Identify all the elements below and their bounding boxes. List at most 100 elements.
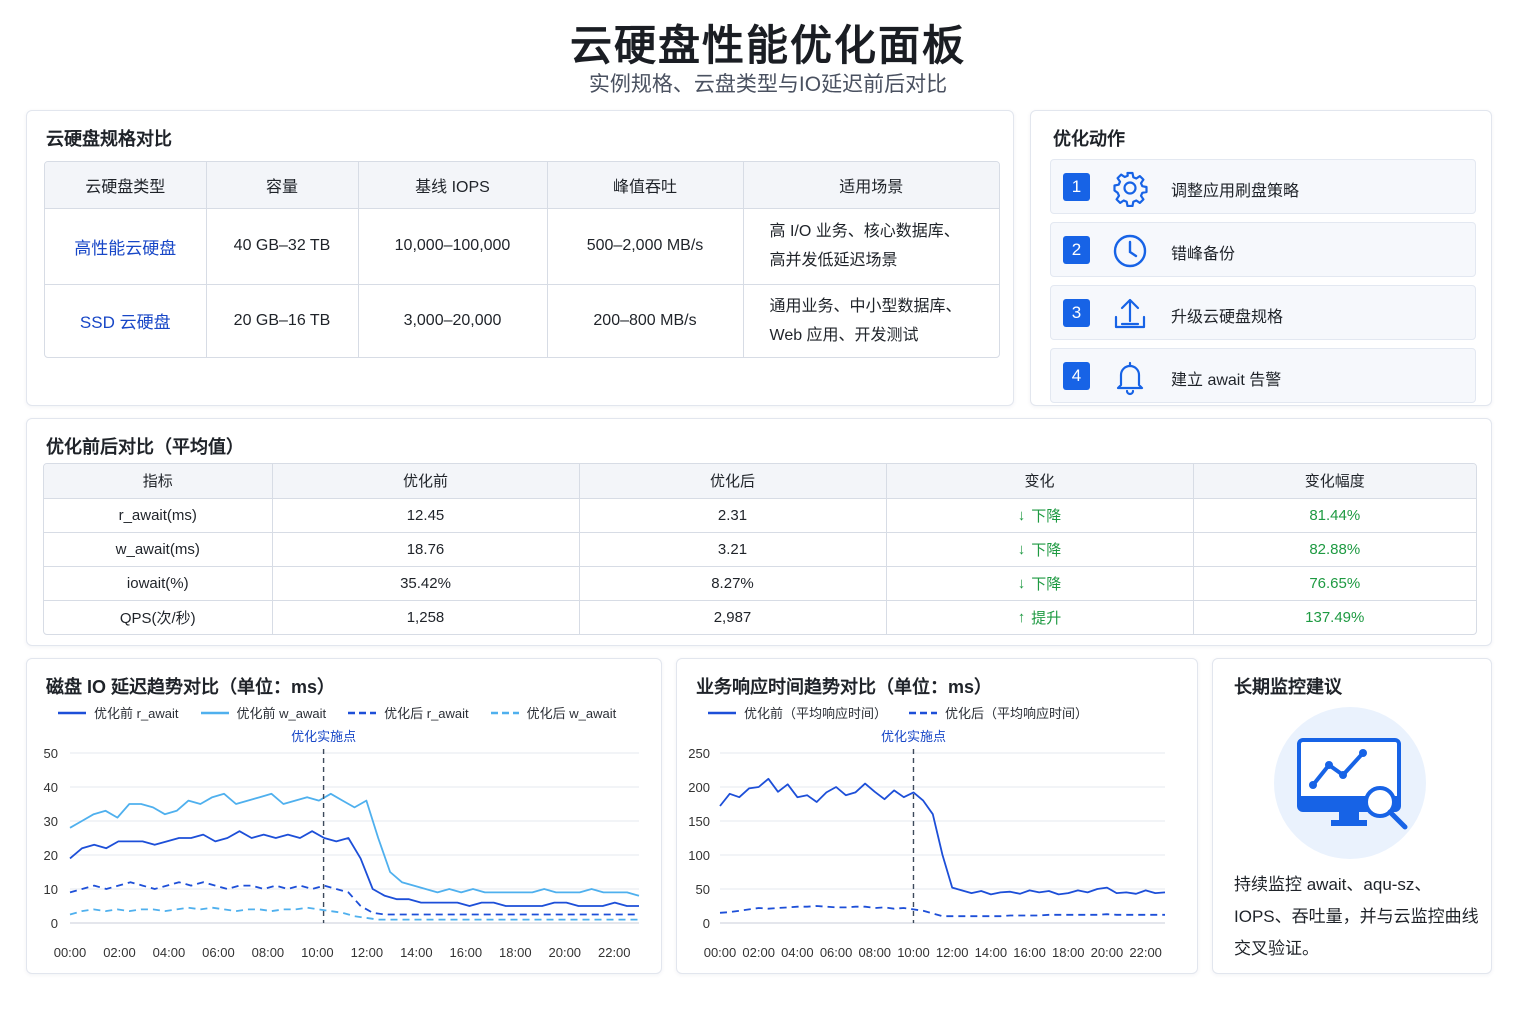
y-tick-label: 0 bbox=[703, 916, 710, 931]
compare-col-after: 优化后 bbox=[579, 464, 887, 499]
x-tick-label: 02:00 bbox=[103, 945, 136, 960]
action-label: 调整应用刷盘策略 bbox=[1171, 183, 1300, 200]
spec-col-type: 云硬盘类型 bbox=[45, 162, 207, 209]
compare-col-metric: 指标 bbox=[44, 464, 273, 499]
metric-cell: r_await(ms) bbox=[44, 498, 273, 533]
compare-table: 指标 优化前 优化后 变化 变化幅度 r_await(ms) 12.45 2.3… bbox=[43, 463, 1477, 635]
metric-cell: iowait(%) bbox=[44, 566, 273, 601]
clock-icon bbox=[1113, 234, 1147, 268]
optimization-marker-label: 优化实施点 bbox=[881, 729, 946, 744]
spec-card-title: 云硬盘规格对比 bbox=[46, 129, 172, 149]
before-cell: 12.45 bbox=[272, 498, 580, 533]
io-latency-chart-card: 磁盘 IO 延迟趋势对比（单位：ms） 优化前 r_await 优化前 w_aw… bbox=[26, 658, 662, 974]
spec-table: 云硬盘类型 容量 基线 IOPS 峰值吞吐 适用场景 高性能云硬盘 40 GB–… bbox=[44, 161, 1000, 358]
x-tick-label: 12:00 bbox=[936, 945, 969, 960]
metric-cell: QPS(次/秒) bbox=[44, 600, 273, 634]
y-tick-label: 50 bbox=[696, 882, 710, 897]
spec-header-row: 云硬盘类型 容量 基线 IOPS 峰值吞吐 适用场景 bbox=[45, 162, 999, 209]
y-tick-label: 150 bbox=[688, 814, 710, 829]
table-row: w_await(ms) 18.76 3.21 ↓ 下降 82.88% bbox=[44, 532, 1476, 567]
optimization-marker-label: 优化实施点 bbox=[291, 729, 356, 744]
scene-line: Web 应用、开发测试 bbox=[769, 326, 919, 344]
action-item-upgrade-disk[interactable]: 3 升级云硬盘规格 bbox=[1050, 285, 1476, 340]
x-tick-label: 22:00 bbox=[598, 945, 631, 960]
action-item-await-alert[interactable]: 4 建立 await 告警 bbox=[1050, 348, 1476, 403]
monitor-card-title: 长期监控建议 bbox=[1234, 677, 1342, 697]
io-latency-line-chart: 0 10 20 30 40 50 00:00 02:00 04:00 06:00 08:00 10:0… bbox=[44, 729, 640, 960]
scene-cell: 高 I/O 业务、核心数据库、 高并发低延迟场景 bbox=[743, 208, 999, 285]
after-cell: 2.31 bbox=[579, 498, 887, 533]
y-tick-label: 50 bbox=[44, 746, 58, 761]
table-row: r_await(ms) 12.45 2.31 ↓ 下降 81.44% bbox=[44, 498, 1476, 533]
response-time-line-chart: 0 50 100 150 200 250 00:00 02:00 04:00 06:00 08:00… bbox=[688, 729, 1166, 960]
x-tick-label: 10:00 bbox=[897, 945, 930, 960]
y-tick-label: 40 bbox=[44, 780, 58, 795]
spec-col-iops: 基线 IOPS bbox=[358, 162, 548, 209]
series-line bbox=[69, 906, 639, 921]
iops-cell: 3,000–20,000 bbox=[358, 284, 548, 357]
capacity-cell: 20 GB–16 TB bbox=[206, 284, 359, 357]
before-cell: 1,258 bbox=[272, 600, 580, 634]
action-item-flush-strategy[interactable]: 1 调整应用刷盘策略 bbox=[1050, 159, 1476, 214]
arrow-up-icon: ↑ bbox=[1017, 608, 1026, 626]
x-tick-label: 00:00 bbox=[54, 945, 87, 960]
x-tick-label: 10:00 bbox=[301, 945, 334, 960]
x-tick-label: 20:00 bbox=[549, 945, 582, 960]
action-number: 2 bbox=[1063, 236, 1090, 264]
capacity-cell: 40 GB–32 TB bbox=[206, 208, 359, 285]
x-tick-label: 20:00 bbox=[1091, 945, 1124, 960]
change-cell: ↓ 下降 bbox=[886, 566, 1194, 601]
spec-col-capacity: 容量 bbox=[206, 162, 359, 209]
iops-cell: 10,000–100,000 bbox=[358, 208, 548, 285]
action-label: 升级云硬盘规格 bbox=[1171, 309, 1284, 326]
action-number: 3 bbox=[1063, 299, 1090, 327]
action-number: 1 bbox=[1063, 173, 1090, 201]
x-tick-label: 00:00 bbox=[704, 945, 737, 960]
scene-line: 高 I/O 业务、核心数据库、 bbox=[769, 223, 960, 240]
action-label: 错峰备份 bbox=[1171, 246, 1236, 263]
x-tick-label: 16:00 bbox=[1013, 945, 1046, 960]
y-tick-label: 200 bbox=[688, 780, 710, 795]
arrow-down-icon: ↓ bbox=[1017, 506, 1026, 524]
spec-col-scene: 适用场景 bbox=[743, 162, 999, 209]
compare-col-change: 变化 bbox=[886, 464, 1194, 499]
series-line bbox=[719, 777, 1166, 896]
table-row: 高性能云硬盘 40 GB–32 TB 10,000–100,000 500–2,… bbox=[45, 208, 999, 285]
page-subtitle: 实例规格、云盘类型与IO延迟前后对比 bbox=[588, 73, 948, 96]
y-tick-label: 30 bbox=[44, 814, 58, 829]
monitor-card: 长期监控建议 持续监控 await、aqu-sz、IOPS、吞吐量，并与云监控曲… bbox=[1212, 658, 1492, 974]
compare-card-title: 优化前后对比（平均值） bbox=[46, 437, 244, 457]
before-cell: 18.76 bbox=[272, 532, 580, 567]
spec-col-throughput: 峰值吞吐 bbox=[547, 162, 744, 209]
x-tick-label: 02:00 bbox=[742, 945, 775, 960]
x-tick-label: 08:00 bbox=[859, 945, 892, 960]
y-tick-label: 10 bbox=[44, 882, 58, 897]
change-label: 下降 bbox=[1031, 541, 1062, 559]
x-tick-label: 14:00 bbox=[400, 945, 433, 960]
x-tick-label: 04:00 bbox=[153, 945, 186, 960]
x-tick-label: 04:00 bbox=[781, 945, 814, 960]
y-tick-label: 0 bbox=[51, 916, 58, 931]
scene-line: 高并发低延迟场景 bbox=[769, 252, 898, 269]
after-cell: 8.27% bbox=[579, 566, 887, 601]
scene-line: 通用业务、中小型数据库、 bbox=[769, 297, 962, 315]
action-item-off-peak-backup[interactable]: 2 错峰备份 bbox=[1050, 222, 1476, 277]
x-tick-label: 12:00 bbox=[351, 945, 384, 960]
compare-col-before: 优化前 bbox=[272, 464, 580, 499]
bell-icon bbox=[1116, 361, 1144, 396]
pct-cell: 82.88% bbox=[1193, 532, 1476, 567]
change-cell: ↓ 下降 bbox=[886, 498, 1194, 533]
x-tick-label: 16:00 bbox=[450, 945, 483, 960]
change-label: 提升 bbox=[1031, 609, 1062, 627]
disk-type-link[interactable]: 高性能云硬盘 bbox=[45, 208, 207, 285]
disk-type-link[interactable]: SSD 云硬盘 bbox=[45, 284, 207, 357]
action-label: 建立 await 告警 bbox=[1171, 372, 1282, 389]
x-tick-label: 18:00 bbox=[499, 945, 532, 960]
scene-cell: 通用业务、中小型数据库、 Web 应用、开发测试 bbox=[743, 284, 999, 357]
change-label: 下降 bbox=[1031, 575, 1062, 593]
pct-cell: 81.44% bbox=[1193, 498, 1476, 533]
response-time-chart-card: 业务响应时间趋势对比（单位：ms） 优化前（平均响应时间） 优化后（平均响应时间… bbox=[676, 658, 1198, 974]
x-tick-label: 06:00 bbox=[202, 945, 235, 960]
upload-icon bbox=[1114, 298, 1146, 329]
x-tick-label: 08:00 bbox=[252, 945, 285, 960]
